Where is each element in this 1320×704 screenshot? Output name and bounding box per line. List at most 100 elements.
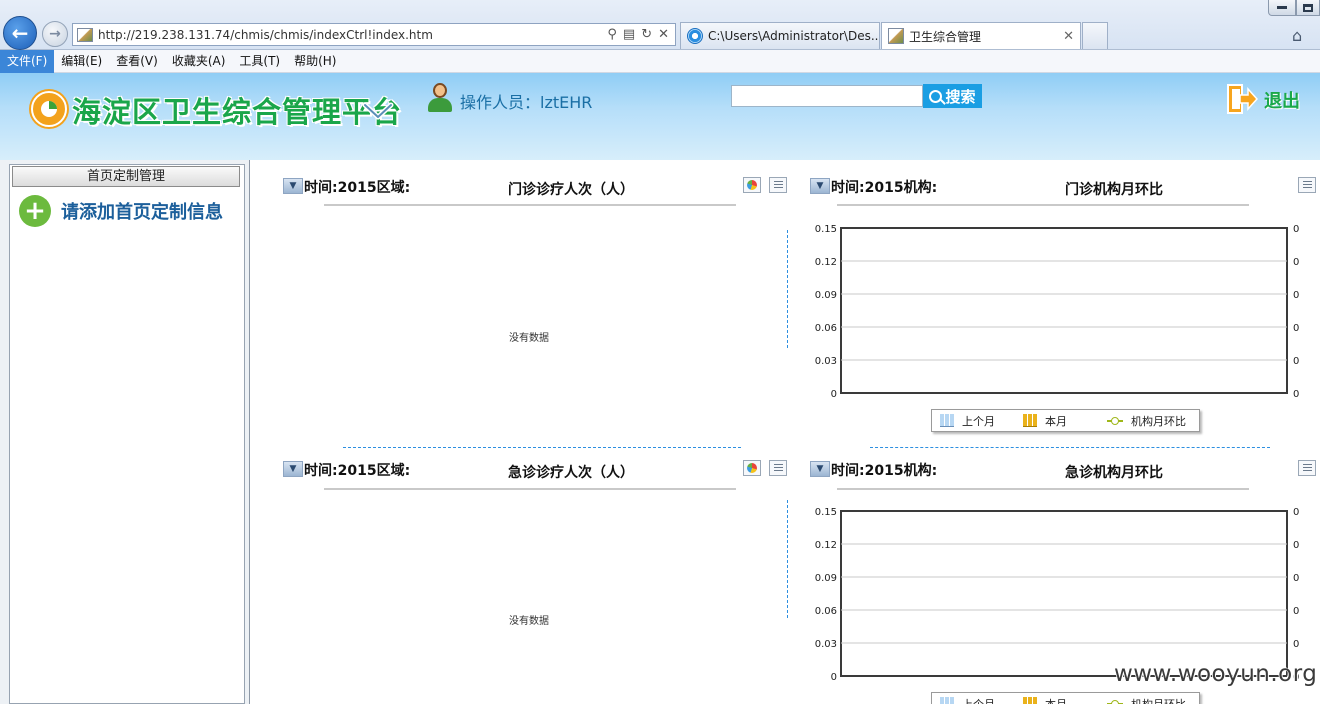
divider-dashed bbox=[343, 447, 741, 448]
back-button[interactable]: ← bbox=[3, 16, 37, 50]
panel-filter-label: 时间:2015区域: bbox=[304, 463, 411, 479]
pie-chart-icon[interactable] bbox=[743, 460, 761, 476]
browser-chrome: ← → http://219.238.131.74/chmis/chmis/in… bbox=[0, 0, 1320, 50]
minimize-button[interactable] bbox=[1268, 0, 1296, 16]
legend-label: 本月 bbox=[1045, 697, 1067, 704]
logout-icon[interactable] bbox=[1226, 83, 1258, 115]
legend-item[interactable]: 机构月环比 bbox=[1107, 413, 1186, 429]
logo-icon bbox=[31, 91, 67, 127]
y-tick-label: 0.15 bbox=[815, 224, 837, 235]
legend-label: 上个月 bbox=[962, 697, 995, 704]
divider bbox=[324, 204, 736, 206]
legend-item[interactable]: 本月 bbox=[1023, 696, 1067, 704]
plus-icon[interactable]: + bbox=[19, 195, 51, 227]
page-icon bbox=[888, 28, 904, 44]
chart-legend: 上个月 本月 机构月环比 bbox=[931, 692, 1200, 704]
refresh-icon[interactable]: ↻ bbox=[641, 27, 652, 42]
dropdown-arrow-icon[interactable]: ▼ bbox=[810, 178, 830, 194]
close-tab-icon[interactable]: ✕ bbox=[1055, 29, 1074, 44]
y-tick-label: 0.09 bbox=[815, 290, 837, 301]
app-header: 海淀区卫生综合管理平台 操作人员：lztEHR 搜索 退出 bbox=[0, 73, 1320, 160]
legend-item[interactable]: 机构月环比 bbox=[1107, 696, 1186, 704]
arrow-right-icon: → bbox=[49, 26, 61, 42]
chevron-down-icon[interactable] bbox=[362, 99, 394, 123]
y2-tick-label: 0 bbox=[1293, 257, 1299, 268]
line-chart-icon bbox=[1107, 416, 1123, 426]
panel-filter-label: 时间:2015机构: bbox=[831, 180, 938, 196]
home-icon[interactable]: ⌂ bbox=[1292, 26, 1302, 45]
maximize-button[interactable] bbox=[1296, 0, 1320, 16]
browser-tab[interactable]: C:\Users\Administrator\Des... bbox=[680, 22, 880, 49]
search-icon bbox=[929, 89, 943, 103]
search-icon[interactable]: ⚲ bbox=[607, 27, 617, 42]
browser-tab-active[interactable]: 卫生综合管理 ✕ bbox=[881, 22, 1081, 49]
menu-favorites[interactable]: 收藏夹(A) bbox=[165, 50, 233, 73]
stop-icon[interactable]: ✕ bbox=[658, 27, 669, 42]
panel-title: 门诊诊疗人次（人） bbox=[508, 182, 634, 198]
no-data-text: 没有数据 bbox=[509, 333, 549, 344]
add-homepage-custom[interactable]: + 请添加首页定制信息 bbox=[19, 195, 223, 227]
line-chart-icon bbox=[1107, 699, 1123, 704]
y2-tick-label: 0 bbox=[1293, 639, 1299, 650]
maximize-icon bbox=[1303, 3, 1313, 12]
bar-chart-icon bbox=[1023, 414, 1037, 427]
y2-tick-label: 0 bbox=[1293, 606, 1299, 617]
legend-label: 上个月 bbox=[962, 414, 995, 428]
legend-item[interactable]: 上个月 bbox=[940, 413, 995, 429]
menu-file[interactable]: 文件(F) bbox=[0, 49, 55, 73]
menu-help[interactable]: 帮助(H) bbox=[287, 50, 343, 73]
search-input[interactable] bbox=[731, 85, 923, 107]
y-tick-label: 0.12 bbox=[815, 540, 837, 551]
y2-tick-label: 0 bbox=[1293, 389, 1299, 400]
compat-view-icon[interactable]: ▤ bbox=[623, 27, 635, 42]
y2-tick-label: 0 bbox=[1293, 224, 1299, 235]
list-view-icon[interactable] bbox=[769, 177, 787, 193]
chart-svg: 0.15 0 0.12 0 0.09 0 0.06 0 0.03 0 0 0 bbox=[815, 224, 1300, 400]
list-view-icon[interactable] bbox=[769, 460, 787, 476]
y-tick-label: 0.06 bbox=[815, 323, 837, 334]
menu-tools[interactable]: 工具(T) bbox=[232, 50, 287, 73]
operator-label: 操作人员：lztEHR bbox=[460, 93, 593, 112]
y-tick-label: 0.09 bbox=[815, 573, 837, 584]
divider bbox=[837, 488, 1249, 490]
y2-tick-label: 0 bbox=[1293, 507, 1299, 518]
search-button[interactable]: 搜索 bbox=[923, 84, 982, 108]
bar-chart-icon bbox=[940, 414, 954, 427]
dropdown-arrow-icon[interactable]: ▼ bbox=[283, 461, 303, 477]
address-url[interactable]: http://219.238.131.74/chmis/chmis/indexC… bbox=[98, 28, 607, 42]
dashboard: ▼ 时间:2015区域: 门诊诊疗人次（人） 没有数据 ▼ 时间:2015机构:… bbox=[251, 160, 1320, 704]
user-icon bbox=[428, 83, 452, 113]
menu-edit[interactable]: 编辑(E) bbox=[54, 50, 109, 73]
forward-button[interactable]: → bbox=[42, 21, 68, 47]
divider bbox=[837, 204, 1249, 206]
menu-view[interactable]: 查看(V) bbox=[109, 50, 165, 73]
y2-tick-label: 0 bbox=[1293, 290, 1299, 301]
app-title: 海淀区卫生综合管理平台 bbox=[72, 95, 403, 129]
dropdown-arrow-icon[interactable]: ▼ bbox=[283, 178, 303, 194]
address-bar[interactable]: http://219.238.131.74/chmis/chmis/indexC… bbox=[72, 23, 676, 46]
list-view-icon[interactable] bbox=[1298, 177, 1316, 193]
plot-area bbox=[840, 510, 1288, 677]
y-tick-label: 0.15 bbox=[815, 507, 837, 518]
panel-title: 门诊机构月环比 bbox=[1065, 182, 1163, 198]
minimize-icon bbox=[1277, 6, 1287, 9]
plot-area bbox=[840, 227, 1288, 394]
legend-label: 机构月环比 bbox=[1131, 697, 1186, 704]
pie-chart-icon[interactable] bbox=[743, 177, 761, 193]
no-data-text: 没有数据 bbox=[509, 616, 549, 627]
dropdown-arrow-icon[interactable]: ▼ bbox=[810, 461, 830, 477]
y2-tick-label: 0 bbox=[1293, 540, 1299, 551]
legend-item[interactable]: 本月 bbox=[1023, 413, 1067, 429]
list-view-icon[interactable] bbox=[1298, 460, 1316, 476]
divider bbox=[324, 488, 736, 490]
logout-button[interactable]: 退出 bbox=[1264, 87, 1300, 113]
legend-label: 机构月环比 bbox=[1131, 414, 1186, 428]
y2-tick-label: 0 bbox=[1293, 356, 1299, 367]
legend-item[interactable]: 上个月 bbox=[940, 696, 995, 704]
new-tab-button[interactable] bbox=[1082, 22, 1108, 49]
chart-outpatient-monthly: 0.15 0 0.12 0 0.09 0 0.06 0 0.03 0 0 0 bbox=[803, 212, 1320, 408]
legend-label: 本月 bbox=[1045, 414, 1067, 428]
sidebar-header: 首页定制管理 bbox=[12, 166, 240, 187]
y-tick-label: 0.03 bbox=[815, 639, 837, 650]
add-homepage-custom-label[interactable]: 请添加首页定制信息 bbox=[61, 198, 223, 224]
